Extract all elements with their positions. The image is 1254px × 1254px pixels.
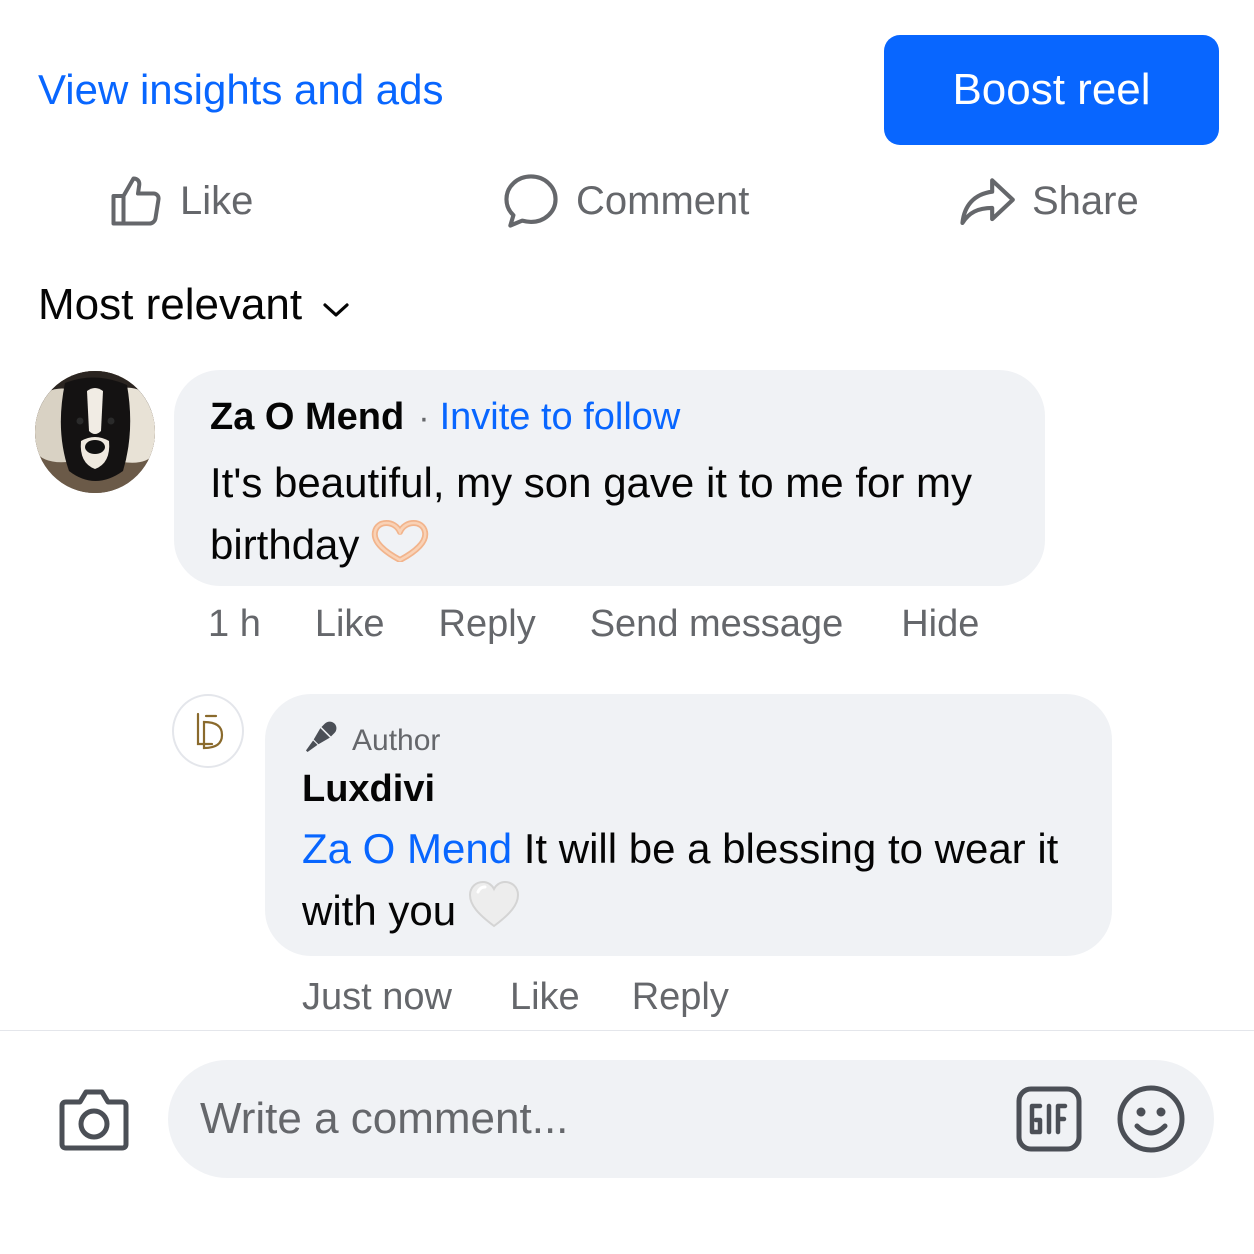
- smiley-icon: [1117, 1085, 1185, 1153]
- speech-bubble-icon: [500, 170, 562, 232]
- dog-photo-icon: [35, 371, 155, 493]
- like-button[interactable]: Like: [106, 165, 253, 237]
- hide-button[interactable]: Hide: [901, 603, 979, 646]
- boost-reel-button[interactable]: Boost reel: [884, 35, 1219, 145]
- comment-body: It's beautiful, my son gave it to me for…: [210, 452, 1030, 579]
- share-button[interactable]: Share: [956, 165, 1139, 237]
- thumbs-up-icon: [106, 171, 166, 231]
- reply-meta: Just now Like Reply: [302, 976, 729, 1019]
- view-insights-link[interactable]: View insights and ads: [38, 66, 443, 114]
- page-avatar[interactable]: [172, 694, 244, 768]
- reply-author[interactable]: Luxdivi: [302, 768, 435, 811]
- author-badge: Author: [302, 718, 440, 764]
- comment-meta: 1 h Like Reply Send message Hide: [208, 603, 979, 646]
- comment-text: It's beautiful, my son gave it to me for…: [210, 459, 972, 568]
- sort-dropdown[interactable]: Most relevant: [38, 280, 350, 330]
- comment-reply-button[interactable]: Reply: [439, 603, 536, 646]
- mention-link[interactable]: Za O Mend: [302, 825, 512, 872]
- avatar[interactable]: [35, 371, 155, 493]
- reply-like-button[interactable]: Like: [510, 976, 580, 1019]
- chevron-down-icon: [322, 280, 350, 330]
- author-badge-label: Author: [352, 724, 441, 757]
- comment-button[interactable]: Comment: [500, 165, 749, 237]
- comment-input-placeholder: Write a comment...: [200, 1094, 569, 1143]
- camera-button[interactable]: [58, 1086, 130, 1152]
- comment-like-button[interactable]: Like: [315, 603, 385, 646]
- emoji-button[interactable]: [1116, 1084, 1186, 1154]
- divider: [0, 1030, 1254, 1031]
- separator-dot: ·: [418, 399, 430, 437]
- microphone-icon: [302, 718, 340, 764]
- send-message-button[interactable]: Send message: [590, 603, 844, 646]
- comment-header: Za O Mend · Invite to follow: [210, 396, 680, 439]
- heart-hands-icon: [371, 517, 429, 579]
- share-label: Share: [1032, 178, 1139, 223]
- white-heart-icon: [468, 880, 520, 947]
- sort-label: Most relevant: [38, 280, 303, 329]
- comment-label: Comment: [576, 178, 750, 223]
- gif-button[interactable]: [1016, 1086, 1082, 1152]
- invite-to-follow-link[interactable]: Invite to follow: [440, 396, 681, 439]
- gif-icon: [1016, 1086, 1082, 1152]
- share-arrow-icon: [956, 170, 1018, 232]
- like-label: Like: [180, 178, 254, 223]
- reply-timestamp: Just now: [302, 976, 452, 1018]
- comment-timestamp: 1 h: [208, 603, 261, 645]
- reply-body: Za O Mend It will be a blessing to wear …: [302, 818, 1092, 947]
- comment-author[interactable]: Za O Mend: [210, 396, 404, 439]
- camera-icon: [59, 1089, 129, 1151]
- luxdivi-logo-icon: [196, 712, 224, 750]
- boost-reel-label: Boost reel: [952, 65, 1151, 114]
- reply-reply-button[interactable]: Reply: [632, 976, 729, 1019]
